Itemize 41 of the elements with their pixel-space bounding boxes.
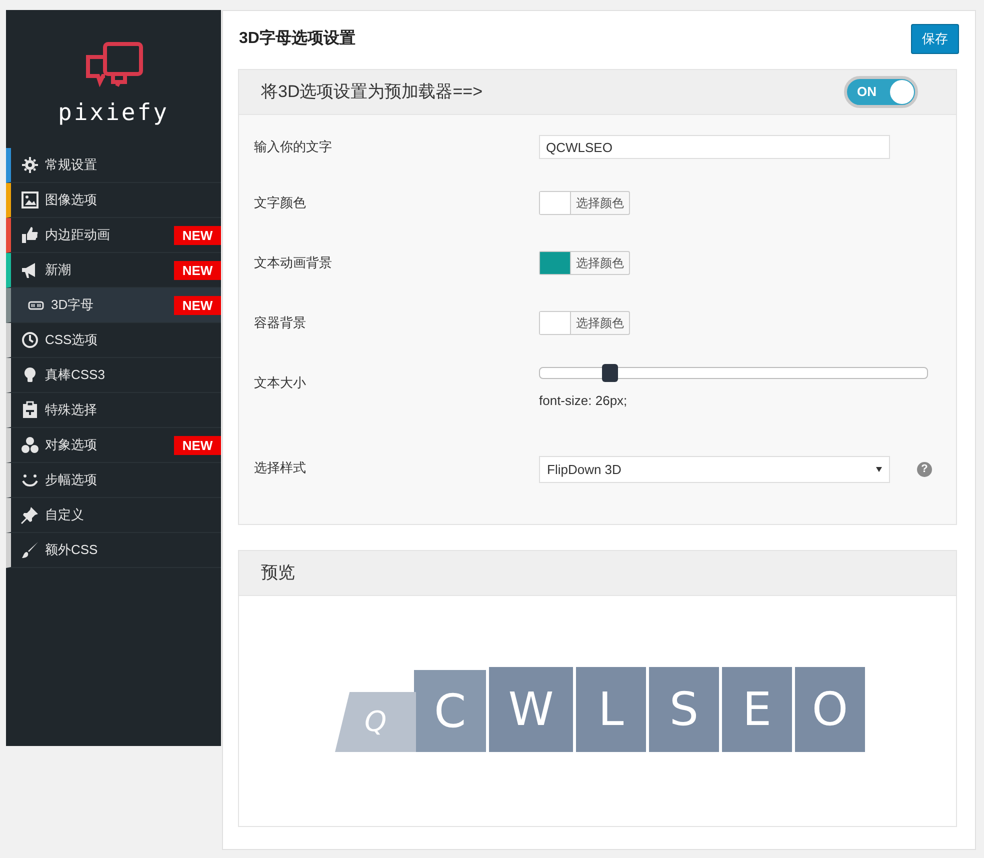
toggle-knob: [890, 80, 914, 104]
color-picker-button[interactable]: 选择颜色: [539, 191, 630, 215]
new-badge: NEW: [174, 226, 221, 245]
letter-tile: S: [649, 667, 719, 752]
brush-icon: [21, 541, 39, 559]
thumbs-up-icon: [21, 226, 39, 244]
letter-tile: C: [414, 670, 486, 752]
letter-tile: Q: [335, 692, 416, 752]
field-label: 文本大小: [254, 374, 307, 392]
new-badge: NEW: [174, 296, 221, 315]
pushpin-icon: [21, 506, 39, 524]
gear-icon: [21, 156, 39, 174]
slider-thumb[interactable]: [602, 364, 618, 382]
logo-text: pixiefy: [58, 99, 169, 127]
letter-tile: E: [722, 667, 792, 752]
slider-value: font-size: 26px;: [539, 392, 628, 410]
field-label: 文字颜色: [254, 194, 307, 212]
letter-tile: L: [576, 667, 646, 752]
letter-tile: O: [795, 667, 865, 752]
field-label: 容器背景: [254, 314, 307, 332]
field-label: 选择样式: [254, 459, 307, 477]
save-button[interactable]: 保存: [911, 24, 959, 54]
color-picker-button[interactable]: 选择颜色: [539, 311, 630, 335]
clipboard-icon: [21, 401, 39, 419]
text-input[interactable]: QCWLSEO: [539, 135, 890, 159]
sidebar-item[interactable]: 3D字母 NEW: [6, 288, 221, 323]
field-label: 文本动画背景: [254, 254, 333, 272]
circles-icon: [21, 436, 39, 454]
color-picker-button[interactable]: 选择颜色: [539, 251, 630, 275]
new-badge: NEW: [174, 261, 221, 280]
slider-track[interactable]: [539, 367, 928, 379]
image-icon: [21, 191, 39, 209]
card-title: 将3D选项设置为预加载器==>: [261, 81, 483, 104]
clock-icon: [21, 331, 39, 349]
style-select[interactable]: FlipDown 3D: [539, 456, 890, 483]
new-badge: NEW: [174, 436, 221, 455]
field-label: 输入你的文字: [254, 138, 333, 156]
letter-tile: W: [489, 667, 573, 752]
card-title: 预览: [261, 562, 295, 584]
page-title: 3D字母选项设置: [238, 28, 356, 49]
caret-icon: [876, 467, 882, 472]
